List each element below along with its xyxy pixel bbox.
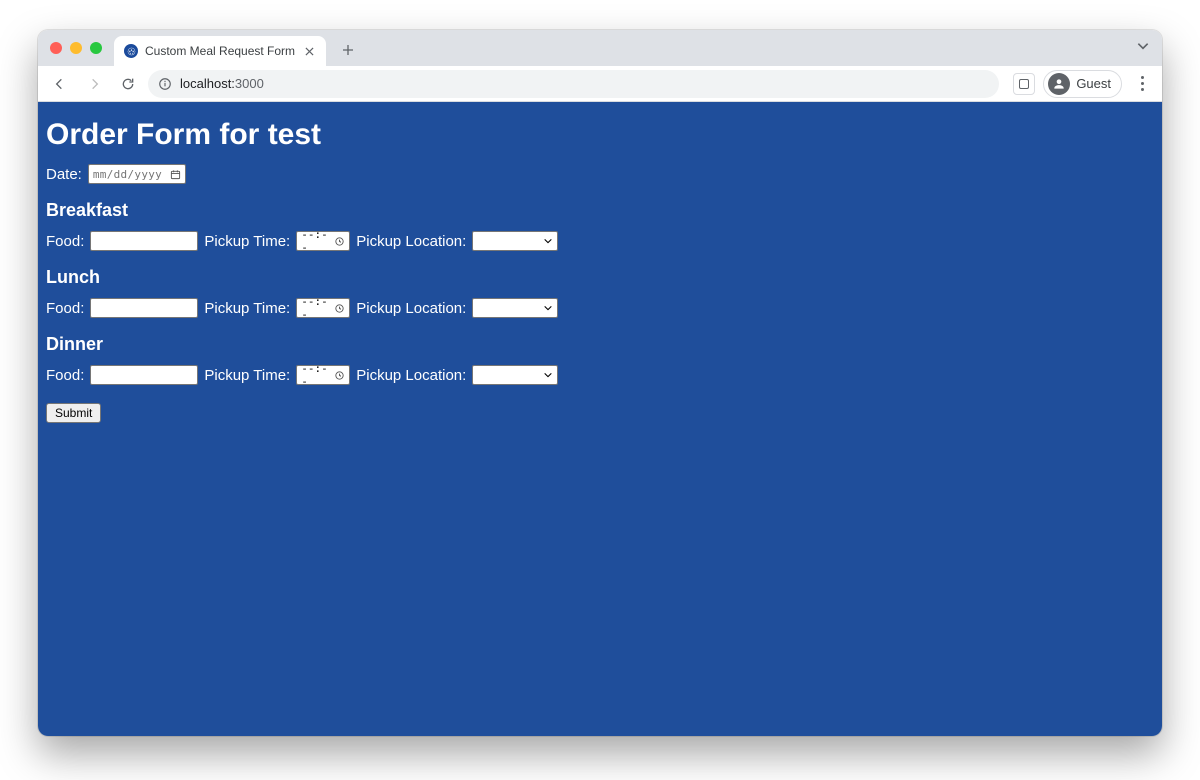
chevron-down-icon — [543, 370, 553, 380]
browser-menu-button[interactable] — [1130, 76, 1154, 91]
nav-forward-button[interactable] — [80, 70, 108, 98]
date-placeholder: mm/dd/yyyy — [93, 168, 162, 181]
lunch-pickup-time-input[interactable]: --:-- — [296, 298, 350, 318]
clock-icon — [334, 303, 345, 314]
lunch-row: Food: Pickup Time: --:-- Pickup Location… — [46, 298, 1154, 318]
tab-strip: Custom Meal Request Form — [38, 30, 1162, 66]
clock-icon — [334, 236, 345, 247]
tab-strip-dropdown-button[interactable] — [1136, 39, 1150, 53]
dinner-food-input[interactable] — [90, 365, 198, 385]
clock-icon — [334, 370, 345, 381]
tab-title: Custom Meal Request Form — [145, 44, 295, 58]
url-text: localhost:3000 — [180, 76, 264, 91]
dinner-row: Food: Pickup Time: --:-- Pickup Location… — [46, 365, 1154, 385]
lunch-food-input[interactable] — [90, 298, 198, 318]
breakfast-food-input[interactable] — [90, 231, 198, 251]
extensions-button[interactable] — [1013, 73, 1035, 95]
profile-button[interactable]: Guest — [1043, 70, 1122, 98]
window-controls — [50, 42, 102, 54]
tab-favicon-icon — [124, 44, 138, 58]
lunch-pickup-time-label: Pickup Time: — [204, 300, 290, 317]
breakfast-pickup-location-select[interactable] — [472, 231, 558, 251]
breakfast-heading: Breakfast — [46, 200, 1154, 221]
date-input[interactable]: mm/dd/yyyy — [88, 164, 186, 184]
browser-tab[interactable]: Custom Meal Request Form — [114, 36, 326, 66]
breakfast-food-label: Food: — [46, 233, 84, 250]
breakfast-pickup-location-label: Pickup Location: — [356, 233, 466, 250]
dinner-pickup-location-label: Pickup Location: — [356, 367, 466, 384]
site-info-icon[interactable] — [158, 77, 172, 91]
avatar-icon — [1048, 73, 1070, 95]
profile-label: Guest — [1076, 76, 1111, 91]
lunch-pickup-location-label: Pickup Location: — [356, 300, 466, 317]
dinner-pickup-location-select[interactable] — [472, 365, 558, 385]
submit-button[interactable]: Submit — [46, 403, 101, 423]
dinner-food-label: Food: — [46, 367, 84, 384]
dinner-pickup-time-input[interactable]: --:-- — [296, 365, 350, 385]
chevron-down-icon — [543, 236, 553, 246]
lunch-food-label: Food: — [46, 300, 84, 317]
window-close-button[interactable] — [50, 42, 62, 54]
nav-back-button[interactable] — [46, 70, 74, 98]
breakfast-pickup-time-label: Pickup Time: — [204, 233, 290, 250]
dinner-pickup-time-label: Pickup Time: — [204, 367, 290, 384]
lunch-heading: Lunch — [46, 267, 1154, 288]
window-minimize-button[interactable] — [70, 42, 82, 54]
toolbar-right: Guest — [1013, 70, 1154, 98]
date-row: Date: mm/dd/yyyy — [46, 164, 1154, 184]
calendar-icon — [170, 169, 181, 180]
address-bar[interactable]: localhost:3000 — [148, 70, 999, 98]
browser-window: Custom Meal Request Form localhost:30 — [38, 30, 1162, 736]
dinner-heading: Dinner — [46, 334, 1154, 355]
page-content: Order Form for test Date: mm/dd/yyyy Bre… — [38, 102, 1162, 736]
time-placeholder: --:-- — [301, 295, 330, 321]
breakfast-row: Food: Pickup Time: --:-- Pickup Location… — [46, 231, 1154, 251]
breakfast-pickup-time-input[interactable]: --:-- — [296, 231, 350, 251]
date-label: Date: — [46, 166, 82, 183]
chevron-down-icon — [543, 303, 553, 313]
time-placeholder: --:-- — [301, 362, 330, 388]
new-tab-button[interactable] — [334, 36, 362, 64]
url-port: 3000 — [235, 76, 264, 91]
extensions-icon — [1019, 79, 1029, 89]
time-placeholder: --:-- — [301, 228, 330, 254]
window-maximize-button[interactable] — [90, 42, 102, 54]
page-heading: Order Form for test — [46, 118, 1154, 152]
nav-reload-button[interactable] — [114, 70, 142, 98]
browser-toolbar: localhost:3000 Guest — [38, 66, 1162, 102]
lunch-pickup-location-select[interactable] — [472, 298, 558, 318]
tab-close-button[interactable] — [302, 44, 316, 58]
url-host: localhost: — [180, 76, 235, 91]
